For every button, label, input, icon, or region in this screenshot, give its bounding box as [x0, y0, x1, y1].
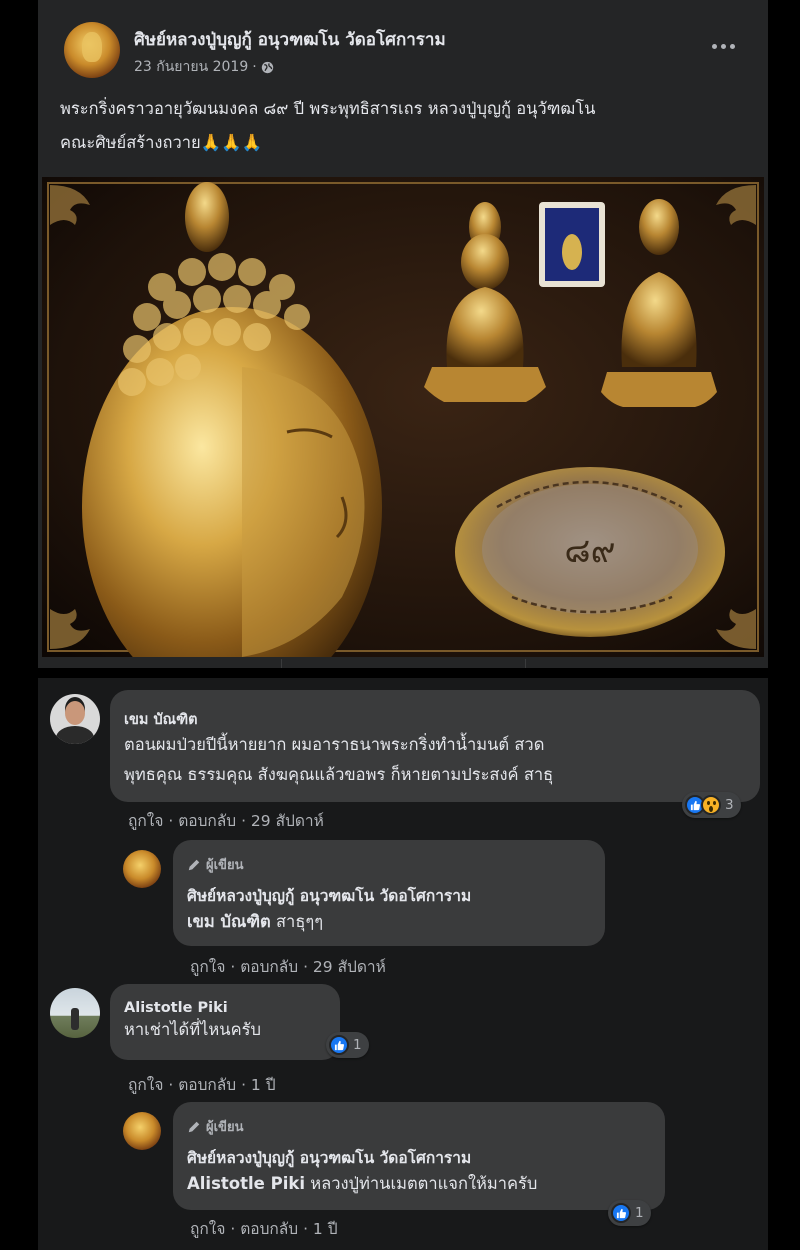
reply-link[interactable]: ตอบกลับ — [240, 958, 298, 976]
comment-bubble: Alistotle Piki หาเช่าได้ที่ไหนครับ — [110, 984, 340, 1060]
reply-author-name[interactable]: ศิษย์หลวงปู่บุญกู้ อนุวฑฒโน วัดอโศการาม — [187, 883, 591, 908]
post-text-line1: พระกริ่งคราวอายุวัฒนมงคล ๘๙ ปี พระพุทธิส… — [60, 99, 596, 118]
reaction-summary[interactable]: 1 — [326, 1032, 369, 1058]
like-link[interactable]: ถูกใจ — [128, 812, 163, 830]
page-name[interactable]: ศิษย์หลวงปู่บุญกู้ อนุวฑฒโน วัดอโศการาม — [134, 26, 446, 53]
reaction-summary[interactable]: 3 — [682, 792, 741, 818]
comment-actions: ถูกใจ · ตอบกลับ · 29 สัปดาห์ — [128, 812, 324, 830]
pray-emoji: 🙏🙏🙏 — [200, 133, 263, 152]
mention-link[interactable]: เขม บัณฑิต — [187, 912, 271, 931]
more-options-icon[interactable] — [708, 36, 738, 56]
post-header: ศิษย์หลวงปู่บุญกู้ อนุวฑฒโน วัดอโศการาม … — [38, 0, 768, 90]
post-text-line2: คณะศิษย์สร้างถวาย🙏🙏🙏 — [60, 133, 263, 152]
comment-text-line2: พุทธคุณ ธรรมคุณ สังฆคุณแล้วขอพร ก็หายตาม… — [124, 765, 554, 784]
pencil-icon — [188, 859, 200, 870]
reply-bubble: ผู้เขียน ศิษย์หลวงปู่บุญกู้ อนุวฑฒโน วัด… — [173, 840, 605, 946]
mention-link[interactable]: Alistotle Piki — [187, 1174, 305, 1193]
reaction-summary[interactable]: 1 — [608, 1200, 651, 1226]
reply-time[interactable]: 29 สัปดาห์ — [313, 958, 386, 976]
post-card: ศิษย์หลวงปู่บุญกู้ อนุวฑฒโน วัดอโศการาม … — [38, 0, 768, 668]
reply-link[interactable]: ตอบกลับ — [178, 812, 236, 830]
reply-link[interactable]: ตอบกลับ — [178, 1076, 236, 1094]
meta-separator: · — [252, 59, 257, 75]
globe-icon — [261, 61, 273, 73]
page-reply-avatar[interactable] — [123, 850, 161, 888]
amulet-photo-illustration: ๘๙ — [42, 177, 764, 657]
post-meta: 23 กันยายน 2019 · — [134, 56, 274, 78]
reply-bubble: ผู้เขียน ศิษย์หลวงปู่บุญกู้ อนุวฑฒโน วัด… — [173, 1102, 665, 1210]
reply-author-name[interactable]: ศิษย์หลวงปู่บุญกู้ อนุวฑฒโน วัดอโศการาม — [187, 1145, 651, 1170]
post-photo[interactable]: ๘๙ — [42, 177, 764, 657]
comment-time[interactable]: 29 สัปดาห์ — [251, 812, 324, 830]
like-link[interactable]: ถูกใจ — [190, 958, 225, 976]
reaction-count: 1 — [353, 1037, 362, 1053]
like-link[interactable]: ถูกใจ — [190, 1220, 225, 1238]
reply-time[interactable]: 1 ปี — [313, 1220, 338, 1238]
reply-actions: ถูกใจ · ตอบกลับ · 29 สัปดาห์ — [190, 958, 386, 976]
wow-icon — [701, 795, 721, 815]
comment-text-line1: หาเช่าได้ที่ไหนครับ — [124, 1020, 261, 1039]
commenter-avatar[interactable] — [50, 988, 100, 1038]
commenter-avatar[interactable] — [50, 694, 100, 744]
photo-divider — [38, 657, 768, 668]
page-avatar[interactable] — [64, 22, 120, 78]
reply-link[interactable]: ตอบกลับ — [240, 1220, 298, 1238]
reaction-count: 3 — [725, 797, 734, 813]
commenter-name[interactable]: เขม บัณฑิต — [124, 708, 746, 731]
comment-text-line1: ตอนผมป่วยปีนี้หายยาก ผมอาราธนาพระกริ่งทำ… — [124, 735, 545, 754]
reply-actions: ถูกใจ · ตอบกลับ · 1 ปี — [190, 1220, 338, 1238]
post-date[interactable]: 23 กันยายน 2019 — [134, 56, 248, 78]
author-badge: ผู้เขียน — [187, 854, 591, 875]
page-reply-avatar[interactable] — [123, 1112, 161, 1150]
author-badge: ผู้เขียน — [187, 1116, 651, 1137]
like-icon — [329, 1035, 349, 1055]
comment-time[interactable]: 1 ปี — [251, 1076, 276, 1094]
comment-actions: ถูกใจ · ตอบกลับ · 1 ปี — [128, 1076, 276, 1094]
pencil-icon — [188, 1121, 200, 1132]
reaction-count: 1 — [635, 1205, 644, 1221]
like-link[interactable]: ถูกใจ — [128, 1076, 163, 1094]
reply-text: Alistotle Piki หลวงปู่ท่านเมตตาแจกให้มาค… — [187, 1174, 538, 1193]
like-icon — [611, 1203, 631, 1223]
comment-bubble: เขม บัณฑิต ตอนผมป่วยปีนี้หายยาก ผมอาราธน… — [110, 690, 760, 802]
reply-text: เขม บัณฑิต สาธุๆๆ — [187, 912, 324, 931]
post-text: พระกริ่งคราวอายุวัฒนมงคล ๘๙ ปี พระพุทธิส… — [60, 92, 750, 160]
comments-section: เขม บัณฑิต ตอนผมป่วยปีนี้หายยาก ผมอาราธน… — [38, 678, 768, 1250]
bowl-inscription: ๘๙ — [564, 531, 615, 571]
